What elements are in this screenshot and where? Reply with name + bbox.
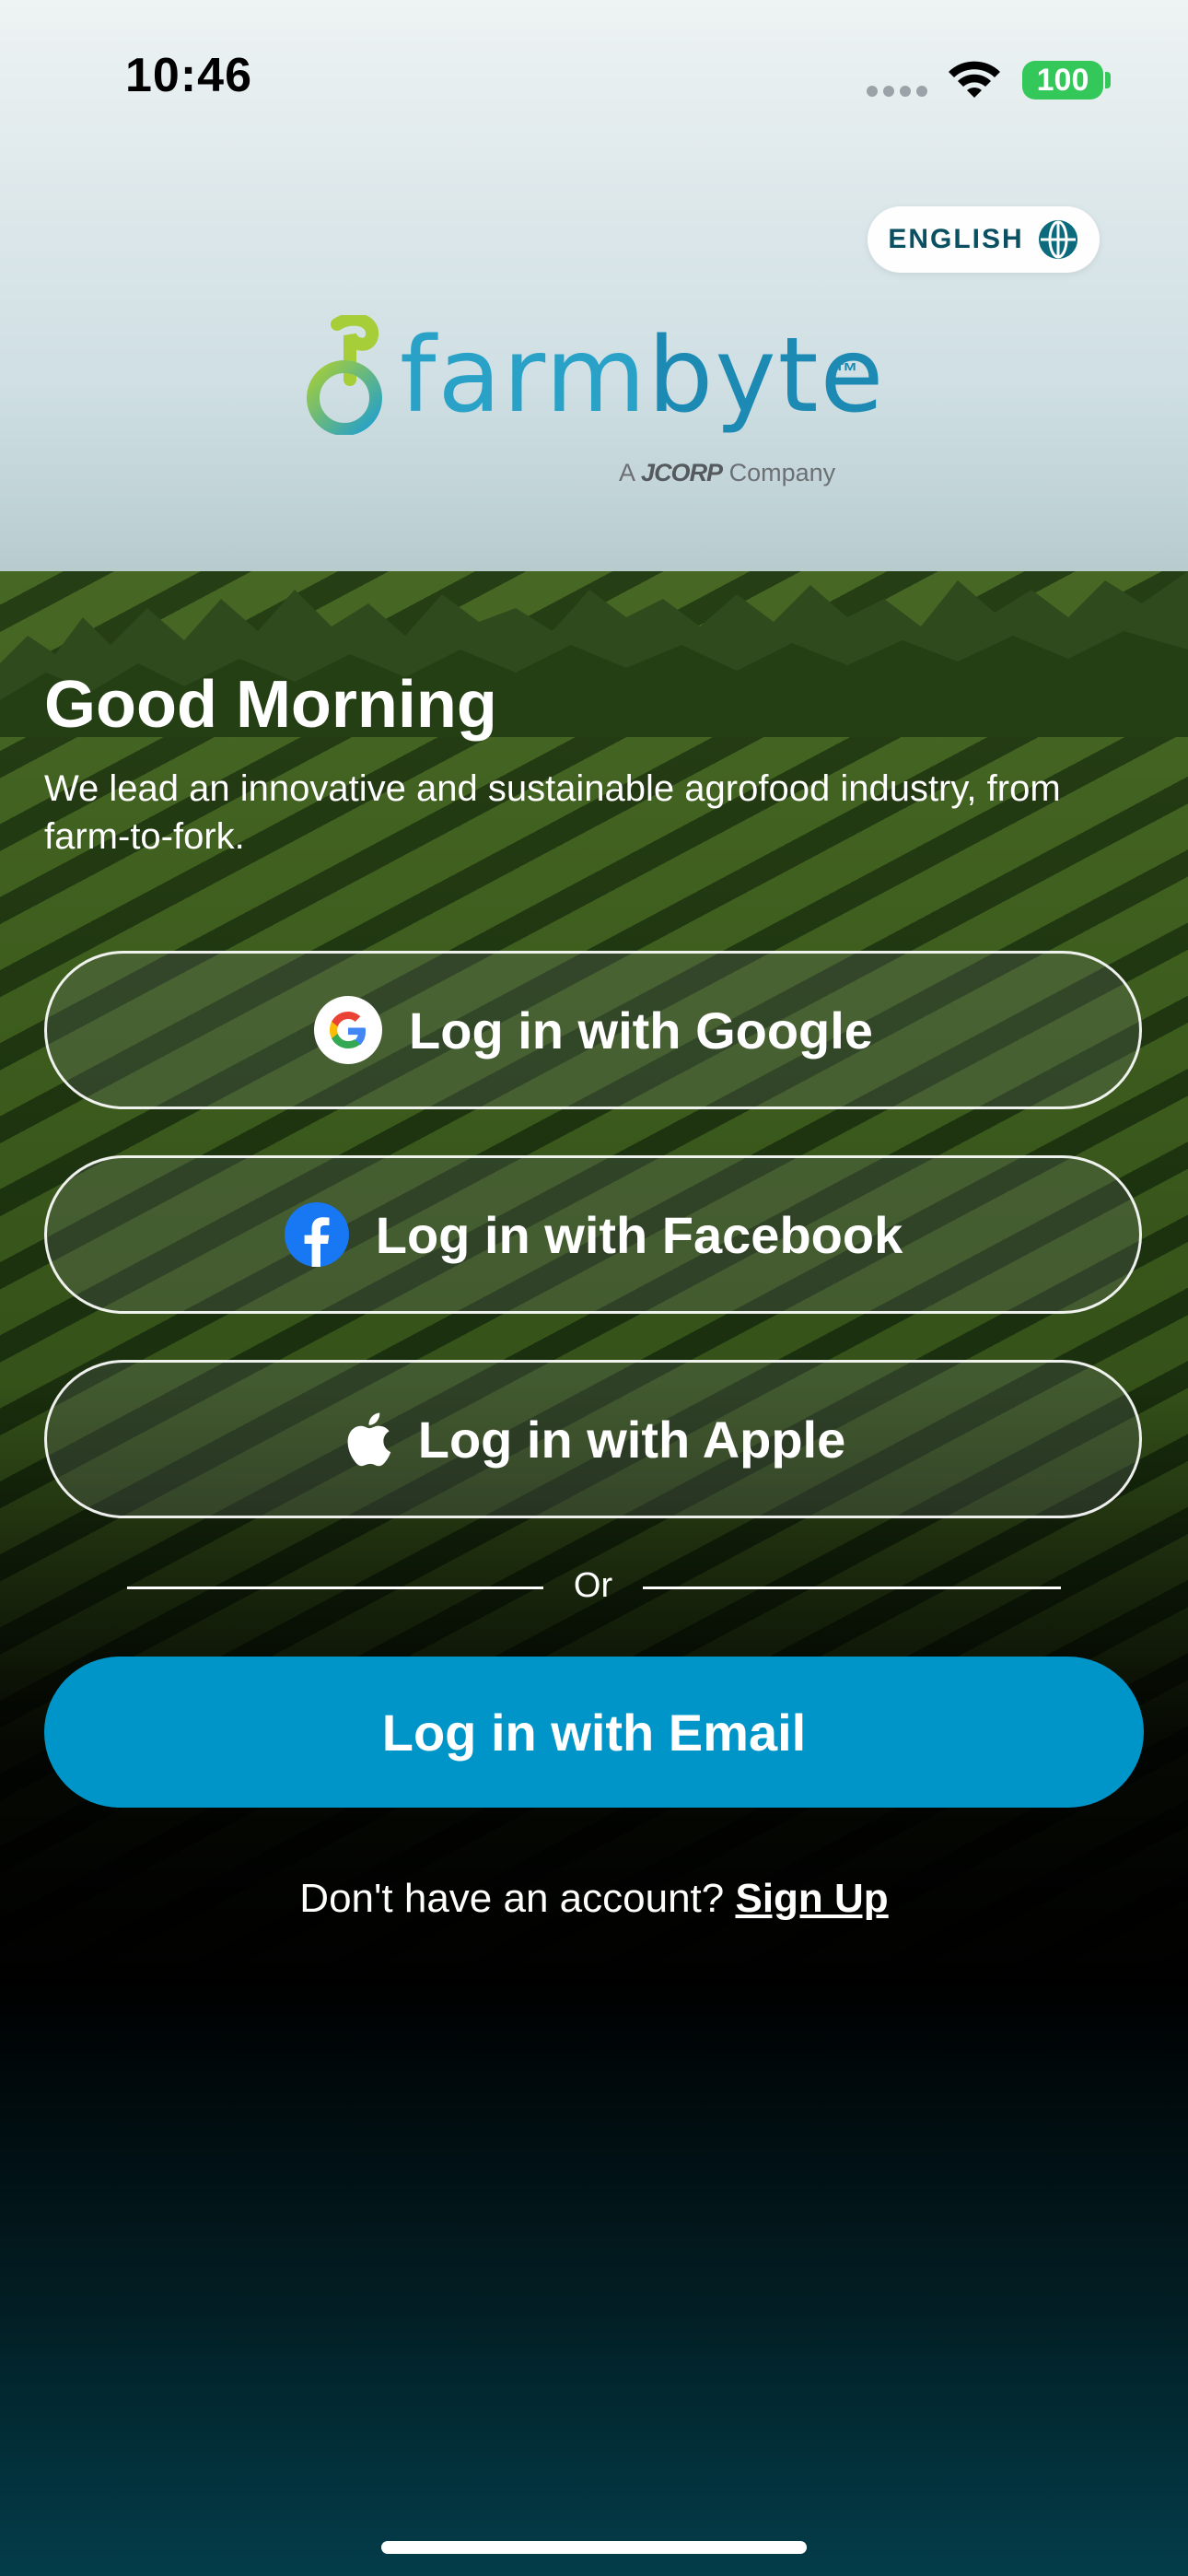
battery-cap [1105,72,1111,88]
google-icon [314,996,383,1064]
login-screen: 10:46 100 ENGLISH farmbyte ™ A JCORP Com… [0,0,1188,2576]
wifi-icon [949,61,1000,98]
company-tagline: A JCORP Company [619,459,835,487]
trademark-symbol: ™ [834,357,858,385]
farmbyte-logo-mark [307,315,382,435]
greeting-subtitle: We lead an innovative and sustainable ag… [44,768,1061,857]
bottom-gradient [0,1981,1188,2576]
facebook-icon [284,1202,349,1267]
language-selector-button[interactable]: ENGLISH [868,206,1100,273]
globe-icon [1038,220,1077,259]
signup-link[interactable]: Sign Up [735,1876,888,1921]
status-time: 10:46 [125,49,252,102]
email-login-button[interactable]: Log in with Email [44,1657,1144,1808]
divider-or-label: Or [573,1566,613,1605]
facebook-login-label: Log in with Facebook [375,1205,903,1264]
apple-icon [347,1412,390,1467]
divider-line-right [643,1587,1061,1589]
wordmark-farm: farm [400,316,648,436]
tagline-brand: JCORP [641,459,723,486]
tagline-prefix: A [619,459,635,486]
farmbyte-wordmark: farmbyte [400,324,885,427]
signup-prompt-text: Don't have an account? [299,1876,725,1921]
signup-prompt-row: Don't have an account? Sign Up [0,1876,1188,1922]
apple-login-label: Log in with Apple [417,1410,846,1469]
google-login-button[interactable]: Log in with Google [44,951,1142,1109]
language-label: ENGLISH [888,224,1024,254]
cellular-signal-icon [867,86,927,97]
greeting-title: Good Morning [44,668,497,742]
tagline-suffix: Company [728,459,836,486]
facebook-login-button[interactable]: Log in with Facebook [44,1155,1142,1314]
google-login-label: Log in with Google [409,1001,873,1060]
email-login-label: Log in with Email [381,1703,807,1762]
divider-line-left [127,1587,543,1589]
home-indicator[interactable] [381,2541,807,2554]
apple-login-button[interactable]: Log in with Apple [44,1360,1142,1518]
battery-icon: 100 [1022,61,1103,100]
